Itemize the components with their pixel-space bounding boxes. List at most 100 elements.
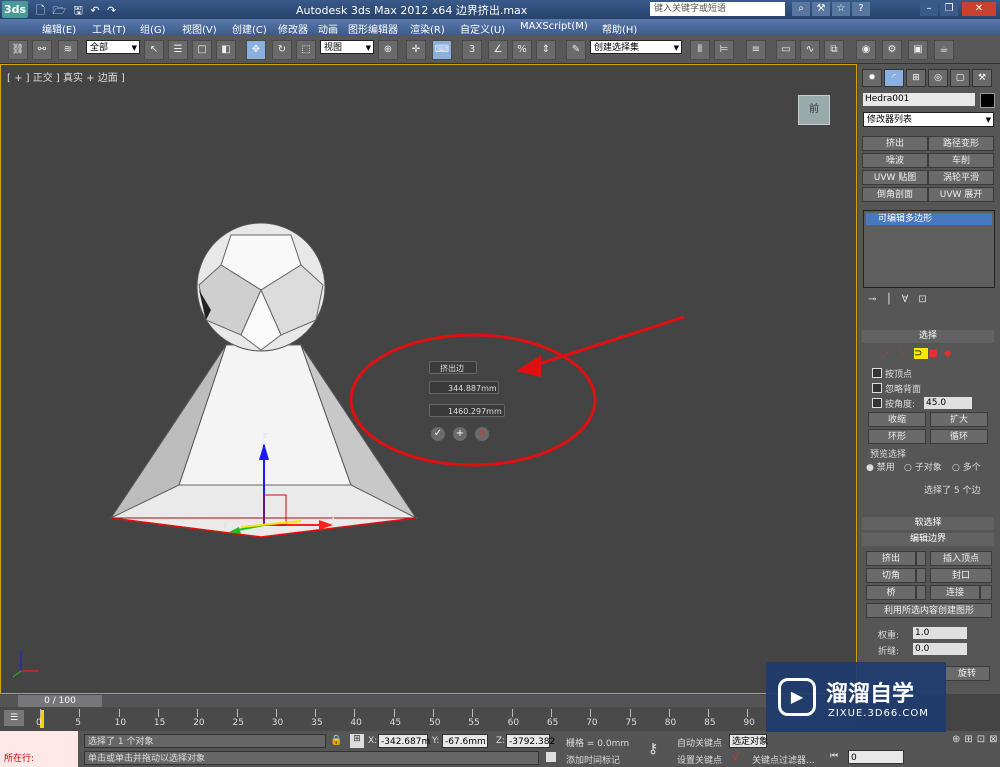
menu-maxscript[interactable]: MAXScript(M) (520, 21, 588, 32)
add-time-tag[interactable]: 添加时间标记 (566, 753, 620, 766)
time-slider[interactable]: 0 / 100 (0, 695, 857, 707)
perspective-viewport[interactable]: [ + ] 正交 ] 真实 + 边面 ] 前 z y x 挤出边 344.887… (0, 64, 857, 694)
y-coordinate-field[interactable]: -67.6mm (442, 734, 488, 748)
select-by-name-icon[interactable]: ☰ (168, 40, 188, 60)
minimize-button[interactable]: – (920, 2, 938, 16)
caddy-apply-icon[interactable]: + (453, 427, 467, 441)
insert-vertex-button[interactable]: 插入顶点 (930, 551, 992, 566)
mod-button-uvw-map[interactable]: UVW 贴图 (862, 170, 928, 185)
extrude-button[interactable]: 挤出 (866, 551, 916, 566)
preview-option-disabled[interactable]: ● 禁用 (866, 460, 895, 473)
modifier-list-dropdown[interactable]: 修改器列表 (863, 112, 994, 127)
quick-access-toolbar[interactable]: 🗋 🗁 🖫 ↶ ↷ (36, 2, 156, 17)
crease-spinner[interactable]: 0.0 (913, 643, 967, 655)
unlink-icon[interactable]: ⚯ (32, 40, 52, 60)
layer-manager-icon[interactable]: ≡ (746, 40, 766, 60)
set-key-button[interactable]: 设置关键点 (677, 753, 722, 766)
lock-icon[interactable]: 🔒 (330, 735, 342, 746)
menu-create[interactable]: 创建(C) (232, 21, 267, 36)
ignore-backfacing-checkbox[interactable] (872, 383, 882, 393)
menu-tools[interactable]: 工具(T) (92, 21, 126, 36)
close-button[interactable]: ✕ (962, 2, 996, 16)
track-bar[interactable]: ☰ 0 5 10 15 20 25 30 35 40 45 50 55 60 65 70 75 80 85 90 (0, 707, 857, 731)
reference-coord-dropdown[interactable]: 视图 (320, 40, 374, 55)
select-object-icon[interactable]: ↖ (144, 40, 164, 60)
caddy-height-field[interactable]: 344.887mm (429, 381, 499, 394)
menu-graph-editors[interactable]: 图形编辑器 (348, 21, 398, 36)
percent-snap-icon[interactable]: % (512, 40, 532, 60)
object-color-swatch[interactable] (980, 93, 995, 108)
curve-editor-icon[interactable]: ∿ (800, 40, 820, 60)
ring-button[interactable]: 环形 (868, 429, 926, 444)
schematic-view-icon[interactable]: ⧉ (824, 40, 844, 60)
loop-button[interactable]: 循环 (930, 429, 988, 444)
create-tab-icon[interactable]: ✹ (862, 69, 882, 87)
shrink-button[interactable]: 收缩 (868, 412, 926, 427)
scale-icon[interactable]: ⬚ (296, 40, 316, 60)
link-icon[interactable]: ⛓ (8, 40, 28, 60)
snaps-toggle-icon[interactable]: 3 (462, 40, 482, 60)
absolute-mode-icon[interactable]: ⊞ (350, 734, 364, 748)
object-name-field[interactable]: Hedra001 (863, 93, 975, 106)
spinner-snap-icon[interactable]: ⇕ (536, 40, 556, 60)
viewport-nav-icons[interactable]: ⊕⊞⊡⊠ (952, 734, 1000, 745)
edit-named-selection-icon[interactable]: ✎ (566, 40, 586, 60)
connect-settings-button[interactable] (980, 585, 992, 600)
menu-customize[interactable]: 自定义(U) (460, 21, 505, 36)
search-input[interactable]: 键入关键字或短语 (650, 2, 785, 16)
rollout-soft-selection[interactable]: 软选择 (862, 517, 994, 530)
menu-modifiers[interactable]: 修改器 (278, 21, 308, 36)
menu-rendering[interactable]: 渲染(R) (410, 21, 445, 36)
cap-button[interactable]: 封口 (930, 568, 992, 583)
key-filters-button[interactable]: 关键点过滤器... (752, 753, 815, 766)
caddy-ok-icon[interactable]: ✓ (431, 427, 445, 441)
select-manipulate-icon[interactable]: ✛ (406, 40, 426, 60)
hierarchy-tab-icon[interactable]: ⊞ (906, 69, 926, 87)
binoculars-icon[interactable]: ⌕ (792, 2, 810, 16)
weight-spinner[interactable]: 1.0 (913, 627, 967, 639)
mod-button-noise[interactable]: 噪波 (862, 153, 928, 168)
ribbon-toggle-icon[interactable]: ▭ (776, 40, 796, 60)
subobject-icons[interactable]: ⋰⋱⊃■◆ (882, 348, 982, 361)
go-to-start-icon[interactable]: ⏮ (830, 751, 838, 761)
rotate-button[interactable]: 旋转 (944, 666, 990, 681)
rotate-icon[interactable]: ↻ (272, 40, 292, 60)
connect-button[interactable]: 连接 (930, 585, 980, 600)
rollout-edit-borders[interactable]: 编辑边界 (862, 533, 994, 546)
maxscript-listener[interactable]: 所在行: (0, 731, 78, 767)
help-icon[interactable]: ? (852, 2, 870, 16)
selected-set-dropdown[interactable]: 选定对象 (729, 734, 768, 748)
caddy-width-field[interactable]: 1460.297mm (429, 404, 505, 417)
selection-filter-dropdown[interactable]: 全部 (86, 40, 140, 55)
x-coordinate-field[interactable]: -342.687m (378, 734, 430, 748)
preview-option-subobject[interactable]: ○ 子对象 (904, 460, 942, 473)
rendered-frame-icon[interactable]: ▣ (908, 40, 928, 60)
modify-tab-icon[interactable]: ◜ (884, 69, 904, 87)
current-frame-field[interactable]: 0 (848, 750, 904, 764)
move-icon[interactable]: ✥ (246, 40, 266, 60)
menu-animation[interactable]: 动画 (318, 21, 338, 36)
stack-controls[interactable]: ⊸⎮∀⊡ (868, 294, 937, 305)
chamfer-settings-button[interactable] (916, 568, 926, 583)
mod-button-extrude[interactable]: 挤出 (862, 136, 928, 151)
bridge-button[interactable]: 桥 (866, 585, 916, 600)
window-crossing-icon[interactable]: ◧ (216, 40, 236, 60)
grow-button[interactable]: 扩大 (930, 412, 988, 427)
menu-help[interactable]: 帮助(H) (602, 21, 637, 36)
render-production-icon[interactable]: ☕ (934, 40, 954, 60)
bridge-settings-button[interactable] (916, 585, 926, 600)
stack-item-editable-poly[interactable]: 可编辑多边形 (866, 213, 992, 225)
time-slider-thumb[interactable]: 0 / 100 (18, 695, 102, 707)
rollout-selection[interactable]: 选择 (862, 330, 994, 343)
motion-tab-icon[interactable]: ◎ (928, 69, 948, 87)
mod-button-bevel-profile[interactable]: 倒角剖面 (862, 187, 928, 202)
chamfer-button[interactable]: 切角 (866, 568, 916, 583)
star-icon[interactable]: ☆ (832, 2, 850, 16)
key-icon[interactable]: ⚷ (648, 741, 658, 757)
angle-snap-icon[interactable]: ∠ (488, 40, 508, 60)
create-shape-button[interactable]: 利用所选内容创建图形 (866, 603, 992, 618)
restore-button[interactable]: ❐ (940, 2, 958, 16)
align-icon[interactable]: ⊨ (714, 40, 734, 60)
by-angle-checkbox[interactable] (872, 398, 882, 408)
keyboard-shortcut-override-icon[interactable]: ⌨ (432, 40, 452, 60)
